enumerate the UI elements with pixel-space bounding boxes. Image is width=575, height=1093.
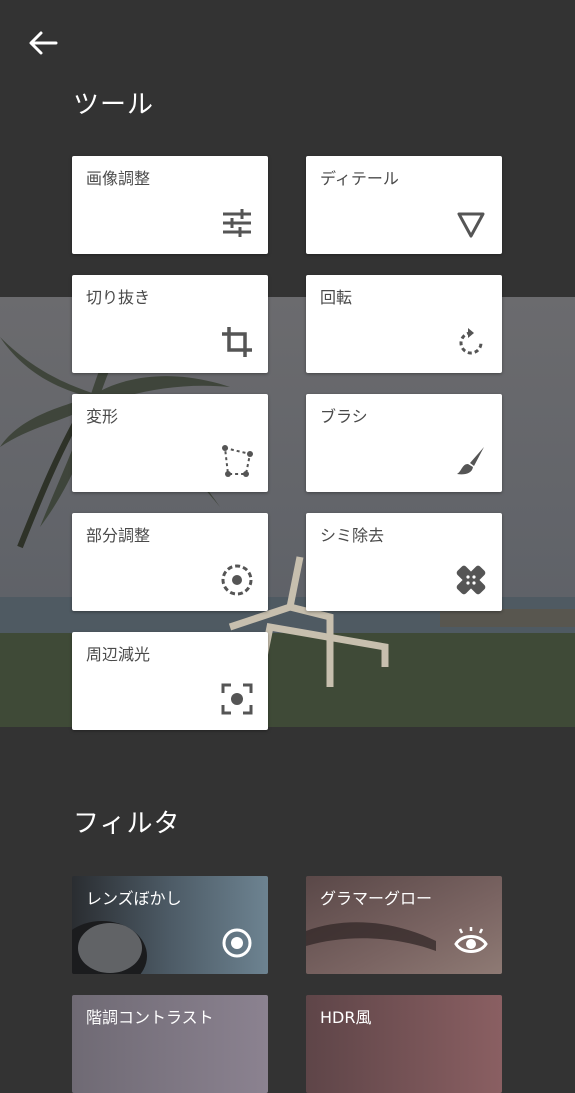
- crop-icon: [222, 327, 252, 357]
- tool-label: シミ除去: [320, 526, 385, 545]
- filter-tile-tonal-contrast[interactable]: 階調コントラスト: [72, 995, 268, 1093]
- tune-sliders-icon: [223, 209, 251, 237]
- tool-label: 回転: [320, 288, 353, 307]
- tools-section-title: ツール: [73, 90, 155, 120]
- tool-label: 変形: [86, 407, 119, 426]
- tool-tile-perspective[interactable]: 変形: [72, 394, 268, 492]
- tool-label: ディテール: [320, 169, 399, 188]
- filter-tile-lens-blur[interactable]: レンズぼかし: [72, 876, 268, 974]
- tool-label: 周辺減光: [86, 645, 151, 664]
- tool-label: 画像調整: [86, 169, 151, 188]
- tool-label: ブラシ: [320, 407, 368, 426]
- tool-tile-details[interactable]: ディテール: [306, 156, 502, 254]
- filter-tile-hdr[interactable]: HDR風: [306, 995, 502, 1093]
- tool-tile-crop[interactable]: 切り抜き: [72, 275, 268, 373]
- tool-tile-tune-image[interactable]: 画像調整: [72, 156, 268, 254]
- perspective-icon: [222, 445, 253, 477]
- tool-label: 部分調整: [86, 526, 151, 545]
- healing-bandage-icon: [456, 565, 486, 595]
- tool-tile-rotate[interactable]: 回転: [306, 275, 502, 373]
- vignette-focus-icon: [221, 683, 253, 715]
- filter-label: グラマーグロー: [320, 889, 433, 908]
- filter-label: HDR風: [320, 1008, 372, 1027]
- tool-label: 切り抜き: [86, 288, 151, 307]
- rotate-icon: [459, 328, 483, 355]
- filter-label: レンズぼかし: [86, 889, 182, 908]
- back-button[interactable]: [26, 28, 60, 58]
- lens-blur-icon: [222, 928, 252, 958]
- selective-target-icon: [221, 564, 253, 596]
- filter-tile-glamour-glow[interactable]: グラマーグロー: [306, 876, 502, 974]
- tool-tile-brush[interactable]: ブラシ: [306, 394, 502, 492]
- tool-tile-healing[interactable]: シミ除去: [306, 513, 502, 611]
- filters-section-title: フィルタ: [73, 809, 181, 839]
- arrow-left-icon: [29, 31, 58, 55]
- eye-icon: [454, 927, 488, 953]
- triangle-down-icon: [457, 212, 485, 238]
- tool-tile-selective[interactable]: 部分調整: [72, 513, 268, 611]
- filter-label: 階調コントラスト: [86, 1008, 214, 1027]
- brush-icon: [457, 447, 484, 475]
- tool-tile-vignette[interactable]: 周辺減光: [72, 632, 268, 730]
